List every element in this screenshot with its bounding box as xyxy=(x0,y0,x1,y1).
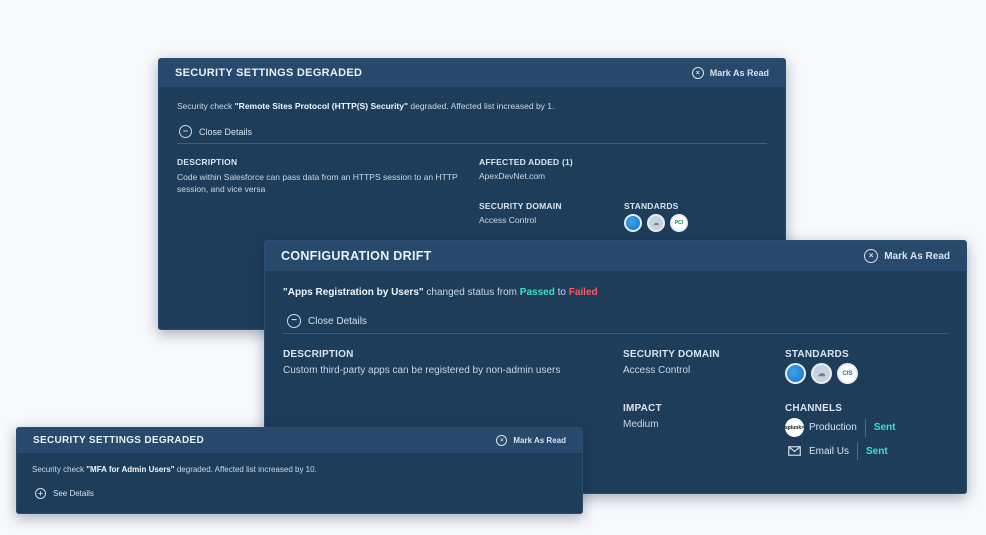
card-message: Security check "Remote Sites Protocol (H… xyxy=(177,101,554,111)
divider xyxy=(177,143,767,144)
channel-production: splunk> Production Sent xyxy=(785,418,895,437)
mark-as-read-button[interactable]: × Mark As Read xyxy=(864,249,950,263)
envelope-icon xyxy=(785,446,804,456)
plus-circle-icon: + xyxy=(35,488,46,499)
standards-badges: ☁ PCI xyxy=(624,214,688,232)
globe-badge-icon xyxy=(624,214,642,232)
card-title: CONFIGURATION DRIFT xyxy=(281,249,432,263)
mark-as-read-label: Mark As Read xyxy=(884,250,950,262)
card-header: SECURITY SETTINGS DEGRADED × Mark As Rea… xyxy=(159,59,785,87)
close-circle-icon: × xyxy=(691,67,704,79)
divider xyxy=(283,333,948,334)
message-suffix: degraded. Affected list increased by 1. xyxy=(410,101,555,111)
channel-separator xyxy=(864,418,866,437)
cloud-badge-icon: ☁ xyxy=(811,363,832,384)
globe-badge-icon xyxy=(785,363,806,384)
cloud-badge-icon: ☁ xyxy=(647,214,665,232)
splunk-icon: splunk> xyxy=(785,418,804,437)
minus-circle-icon: − xyxy=(287,314,301,328)
message-suffix: degraded. Affected list increased by 10. xyxy=(176,465,317,474)
card-title: SECURITY SETTINGS DEGRADED xyxy=(33,435,204,446)
security-domain-label: SECURITY DOMAIN xyxy=(623,349,720,360)
affected-added-value: ApexDevNet.com xyxy=(479,171,546,181)
status-passed: Passed xyxy=(519,287,555,298)
status-failed: Failed xyxy=(568,287,598,298)
channel-email: Email Us Sent xyxy=(785,442,888,460)
channel-status: Sent xyxy=(866,445,888,457)
security-settings-card-2: SECURITY SETTINGS DEGRADED × Mark As Rea… xyxy=(16,427,583,514)
mark-as-read-button[interactable]: × Mark As Read xyxy=(496,435,566,446)
mark-as-read-label: Mark As Read xyxy=(709,68,769,78)
channel-separator xyxy=(857,442,859,460)
impact-label: IMPACT xyxy=(623,403,662,414)
description-text: Code within Salesforce can pass data fro… xyxy=(177,172,458,194)
channels-label: CHANNELS xyxy=(785,403,843,414)
card-header: SECURITY SETTINGS DEGRADED × Mark As Rea… xyxy=(17,428,582,453)
minus-circle-icon: − xyxy=(179,125,192,138)
see-details-label: See Details xyxy=(53,489,94,498)
close-details-label: Close Details xyxy=(199,126,253,137)
security-domain-value: Access Control xyxy=(623,365,691,376)
description-label: DESCRIPTION xyxy=(177,157,238,167)
message-prefix: Security check xyxy=(32,465,85,474)
see-details-toggle[interactable]: + See Details xyxy=(35,488,94,499)
message-prefix: Security check xyxy=(177,101,233,111)
standards-label: STANDARDS xyxy=(624,201,679,211)
close-details-toggle[interactable]: − Close Details xyxy=(179,125,252,138)
card-message: "Apps Registration by Users" changed sta… xyxy=(283,287,598,298)
channel-name: Email Us xyxy=(809,445,850,457)
card-title: SECURITY SETTINGS DEGRADED xyxy=(175,67,363,79)
close-circle-icon: × xyxy=(496,435,508,446)
channel-name: Production xyxy=(809,422,857,433)
mark-as-read-label: Mark As Read xyxy=(513,436,566,445)
message-middle: changed status from xyxy=(426,287,518,298)
standards-badges: ☁ CIS xyxy=(785,363,858,384)
close-circle-icon: × xyxy=(864,249,879,263)
message-check-name: "MFA for Admin Users" xyxy=(86,465,175,474)
card-header: CONFIGURATION DRIFT × Mark As Read xyxy=(265,241,966,271)
close-details-toggle[interactable]: − Close Details xyxy=(287,314,367,328)
mark-as-read-button[interactable]: × Mark As Read xyxy=(691,67,769,79)
message-check-name: "Remote Sites Protocol (HTTP(S) Security… xyxy=(234,101,409,111)
message-check-name: "Apps Registration by Users" xyxy=(283,287,424,298)
card-message: Security check "MFA for Admin Users" deg… xyxy=(32,465,317,474)
security-domain-label: SECURITY DOMAIN xyxy=(479,201,562,211)
standards-label: STANDARDS xyxy=(785,349,849,360)
channel-status: Sent xyxy=(873,422,896,433)
impact-value: Medium xyxy=(623,419,659,430)
security-domain-value: Access Control xyxy=(479,215,537,225)
affected-added-label: AFFECTED ADDED (1) xyxy=(479,157,573,167)
description-text: Custom third-party apps can be registere… xyxy=(283,365,561,376)
message-to: to xyxy=(557,287,566,298)
pci-badge-icon: PCI xyxy=(670,214,688,232)
close-details-label: Close Details xyxy=(308,315,367,327)
cis-badge-icon: CIS xyxy=(837,363,858,384)
description-label: DESCRIPTION xyxy=(283,349,354,360)
